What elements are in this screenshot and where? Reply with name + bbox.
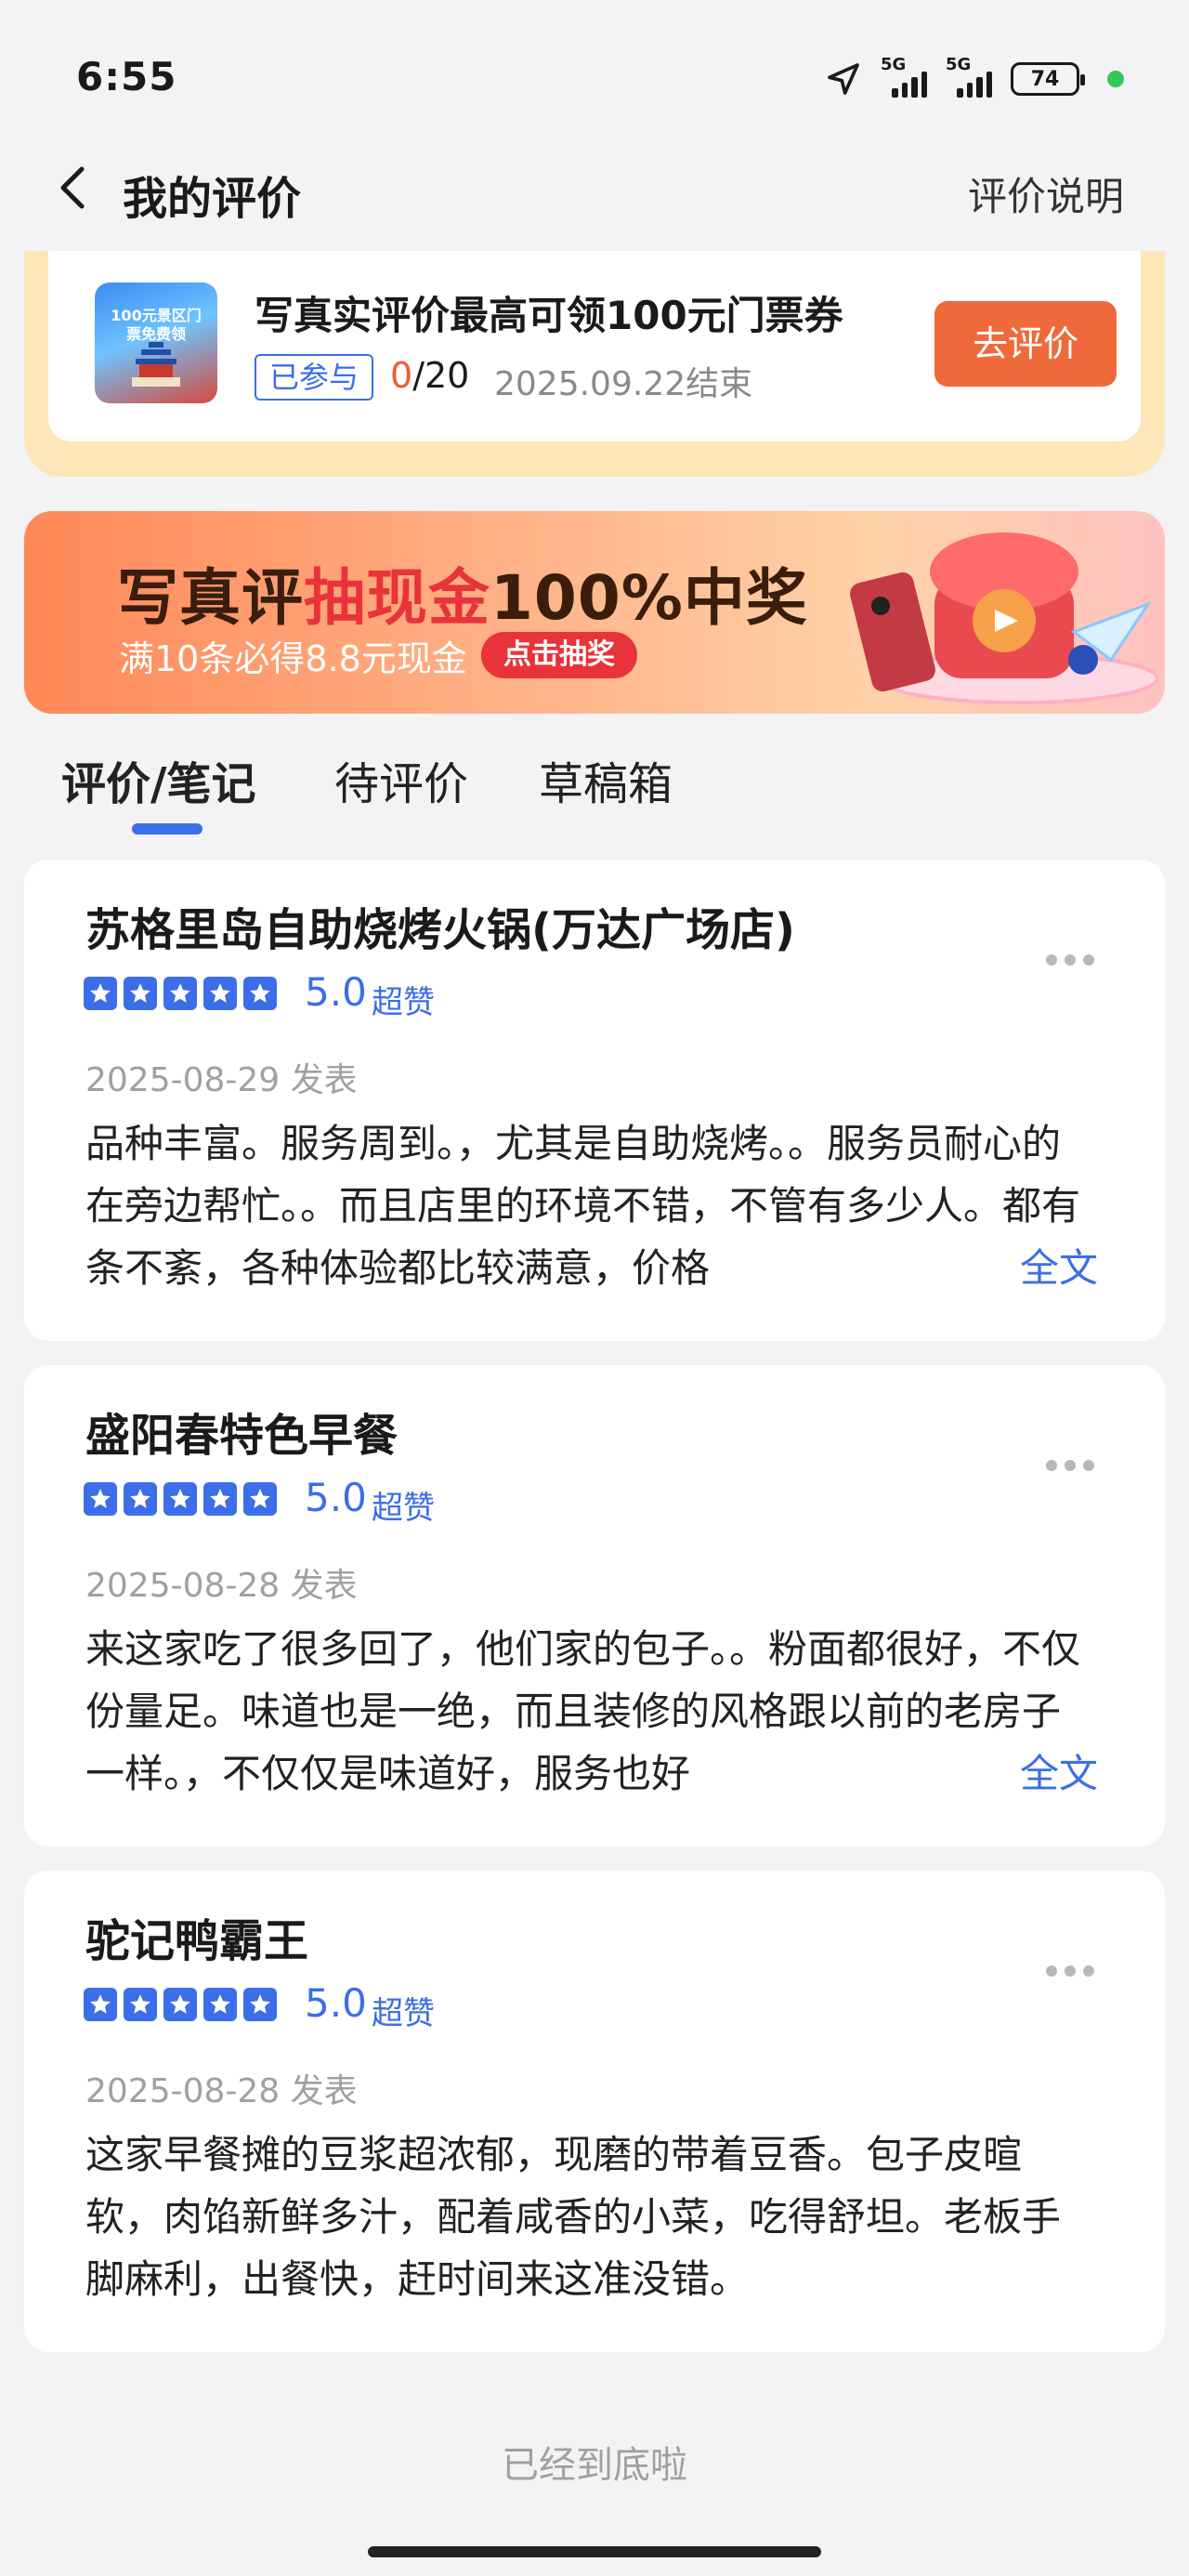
star-icon: [243, 977, 277, 1010]
progress-current: 0: [390, 355, 413, 396]
page-title: 我的评价: [123, 173, 302, 225]
home-indicator[interactable]: [368, 2546, 821, 2557]
star-icon: [163, 977, 197, 1010]
star-rating: [84, 1482, 277, 1516]
thumbnail-caption: 100元景区门票免费领: [111, 307, 202, 343]
activity-card[interactable]: 100元景区门票免费领 写真实评价最高可领100元门票券 已参与 0/20 20…: [48, 251, 1141, 441]
rating-word: 超赞: [372, 1490, 435, 1527]
location-arrow-icon: [828, 63, 859, 95]
star-icon: [243, 1482, 277, 1516]
review-text: 这家早餐摊的豆浆超浓郁，现磨的带着豆香。包子皮暄软，肉馅新鲜多汁，配着咸香的小菜…: [85, 2132, 1062, 2302]
back-arrow-icon[interactable]: [46, 160, 102, 216]
review-card[interactable]: 驼记鸭霸王 5.0 超赞 2025-08-28 发表 这家早餐摊的豆浆超浓郁，现…: [24, 1871, 1165, 2352]
star-icon: [203, 977, 237, 1010]
star-icon: [243, 1988, 277, 2021]
shop-name[interactable]: 盛阳春特色早餐: [85, 1399, 398, 1464]
review-card[interactable]: 盛阳春特色早餐 5.0 超赞 2025-08-28 发表 来这家吃了很多回了，他…: [24, 1365, 1165, 1847]
nav-bar: 我的评价 评价说明: [0, 139, 1189, 242]
post-date: 2025-08-28 发表: [85, 2072, 358, 2110]
star-icon: [203, 1482, 237, 1516]
go-review-button[interactable]: 去评价: [934, 301, 1117, 387]
tab-reviews-notes[interactable]: 评价/笔记: [61, 747, 256, 812]
text-fade: [879, 1742, 1000, 1805]
rating-word: 超赞: [372, 1995, 435, 2032]
star-icon: [84, 1482, 117, 1516]
activity-thumbnail: 100元景区门票免费领: [95, 283, 217, 403]
privacy-indicator-dot: [1107, 71, 1124, 87]
star-icon: [203, 1988, 237, 2021]
star-rating: [84, 977, 277, 1010]
tab-pending-review[interactable]: 待评价: [334, 747, 468, 812]
rating-score: 5.0: [305, 1475, 367, 1520]
more-options-icon[interactable]: [1044, 1964, 1096, 1978]
activity-progress: 0/20: [390, 355, 469, 396]
star-icon: [163, 1988, 197, 2021]
battery-icon: 74: [1011, 62, 1085, 96]
read-all-link[interactable]: 全文: [1020, 1237, 1098, 1299]
post-date: 2025-08-28 发表: [85, 1567, 358, 1605]
rating-score: 5.0: [305, 1980, 367, 2026]
activity-title: 写真实评价最高可领100元门票券: [255, 293, 843, 338]
read-all-link[interactable]: 全文: [1020, 1742, 1098, 1805]
status-icons: 5G 5G 74: [825, 55, 1124, 102]
review-card[interactable]: 苏格里岛自助烧烤火锅(万达广场店) 5.0 超赞 2025-08-29 发表 品…: [24, 860, 1165, 1341]
star-rating: [84, 1988, 277, 2021]
end-of-list-text: 已经到底啦: [502, 2444, 687, 2487]
signal-5g-icon: 5G: [881, 55, 927, 98]
star-icon: [163, 1482, 197, 1516]
status-time: 6:55: [76, 54, 177, 99]
star-icon: [124, 1482, 157, 1516]
banner-subtitle: 满10条必得8.8元现金: [119, 638, 467, 679]
joined-badge: 已参与: [255, 354, 374, 401]
activity-section: 100元景区门票免费领 写真实评价最高可领100元门票券 已参与 0/20 20…: [24, 251, 1165, 477]
active-tab-indicator: [132, 823, 203, 835]
lottery-button[interactable]: 点击抽奖: [481, 632, 637, 678]
tab-drafts[interactable]: 草稿箱: [539, 747, 673, 812]
more-options-icon[interactable]: [1044, 953, 1096, 967]
status-bar: 6:55 5G 5G 74: [0, 0, 1189, 139]
star-icon: [124, 1988, 157, 2021]
shop-name[interactable]: 驼记鸭霸王: [85, 1904, 308, 1969]
progress-total: /20: [412, 355, 470, 396]
shop-name[interactable]: 苏格里岛自助烧烤火锅(万达广场店): [85, 893, 795, 958]
rating-score: 5.0: [305, 969, 367, 1015]
banner-title: 写真评抽现金100%中奖: [117, 562, 808, 634]
promo-banner[interactable]: 写真评抽现金100%中奖 满10条必得8.8元现金 点击抽奖: [24, 511, 1165, 714]
star-icon: [84, 1988, 117, 2021]
text-fade: [879, 1237, 1000, 1299]
star-icon: [124, 977, 157, 1010]
review-tabs: 评价/笔记 待评价 草稿箱: [0, 734, 1189, 846]
signal-5g-icon-2: 5G: [946, 55, 992, 98]
star-icon: [84, 977, 117, 1010]
rating-word: 超赞: [372, 984, 435, 1021]
temple-icon: [132, 342, 180, 387]
more-options-icon[interactable]: [1044, 1458, 1096, 1473]
gift-box-illustration-icon: [850, 532, 1157, 704]
activity-end-date: 2025.09.22结束: [494, 365, 753, 403]
post-date: 2025-08-29 发表: [85, 1061, 358, 1099]
review-rules-link[interactable]: 评价说明: [968, 165, 1124, 222]
